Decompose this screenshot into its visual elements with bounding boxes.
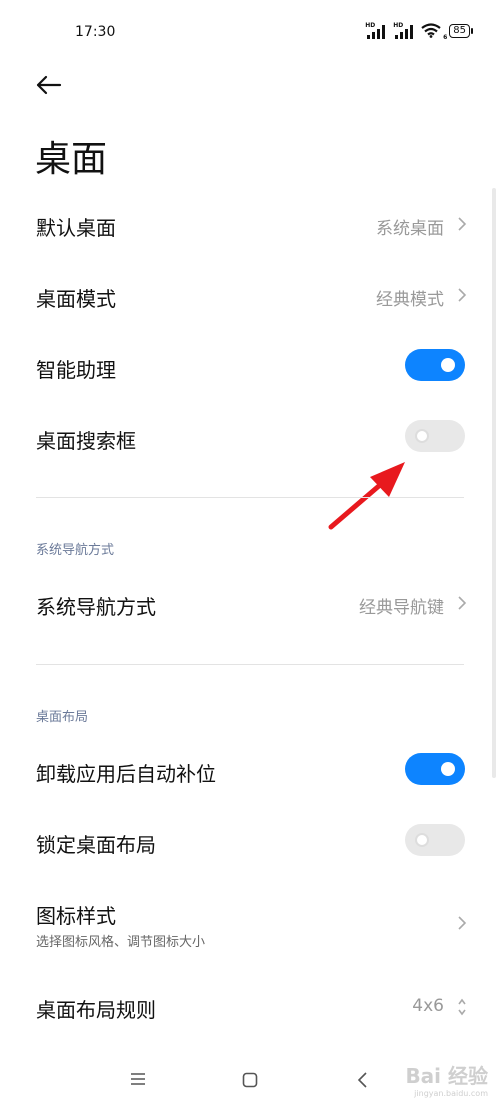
smart-assistant-toggle[interactable]	[405, 349, 465, 381]
nav-mode-row[interactable]: 系统导航方式 经典导航键	[0, 579, 500, 629]
back-nav-icon[interactable]	[356, 1071, 368, 1089]
toggle-knob	[441, 358, 455, 372]
back-button[interactable]	[34, 70, 64, 100]
launcher-mode-value: 经典模式	[376, 290, 444, 310]
battery-indicator: 85	[449, 24, 473, 38]
wifi-label: 6	[443, 34, 448, 41]
divider	[36, 664, 464, 665]
status-time: 17:30	[75, 24, 116, 40]
layout-grid-row[interactable]: 桌面布局规则 4x6	[0, 982, 500, 1032]
wifi-icon: 6	[421, 23, 447, 41]
auto-fill-toggle[interactable]	[405, 753, 465, 785]
section-header-navigation: 系统导航方式	[36, 543, 115, 558]
auto-fill-label: 卸载应用后自动补位	[36, 762, 216, 786]
watermark-url: jingyan.baidu.com	[414, 1089, 488, 1098]
chevron-right-icon	[458, 288, 467, 302]
layout-grid-label: 桌面布局规则	[36, 998, 156, 1022]
auto-fill-row: 卸载应用后自动补位	[0, 746, 500, 796]
status-icons: HD HD 6 85	[365, 22, 473, 41]
home-icon[interactable]	[242, 1072, 258, 1088]
smart-assistant-label: 智能助理	[36, 358, 116, 382]
lock-layout-row: 锁定桌面布局	[0, 817, 500, 867]
chevron-up-down-icon	[458, 998, 466, 1016]
toggle-knob	[415, 833, 429, 847]
lock-layout-label: 锁定桌面布局	[36, 833, 156, 857]
default-launcher-value: 系统桌面	[376, 219, 444, 239]
launcher-mode-row[interactable]: 桌面模式 经典模式	[0, 271, 500, 321]
watermark: Bai 经验 jingyan.baidu.com	[405, 1060, 488, 1098]
smart-assistant-row: 智能助理	[0, 342, 500, 392]
lock-layout-toggle[interactable]	[405, 824, 465, 856]
signal-1-icon: HD	[365, 22, 387, 40]
default-launcher-row[interactable]: 默认桌面 系统桌面	[0, 200, 500, 250]
search-bar-row: 桌面搜索框	[0, 413, 500, 463]
arrow-left-icon	[36, 75, 62, 95]
status-bar: 17:30 HD HD 6 85	[0, 0, 500, 66]
menu-icon[interactable]	[130, 1072, 146, 1086]
nav-mode-value: 经典导航键	[359, 598, 444, 618]
search-bar-toggle[interactable]	[405, 420, 465, 452]
annotation-arrow-icon	[328, 462, 405, 530]
default-launcher-label: 默认桌面	[36, 216, 116, 240]
section-header-layout: 桌面布局	[36, 710, 89, 725]
chevron-right-icon	[458, 217, 467, 231]
page-title: 桌面	[35, 139, 108, 180]
icon-style-subtitle: 选择图标风格、调节图标大小	[36, 935, 206, 950]
nav-mode-label: 系统导航方式	[36, 595, 156, 619]
toggle-knob	[415, 429, 429, 443]
launcher-mode-label: 桌面模式	[36, 287, 116, 311]
toggle-knob	[441, 762, 455, 776]
search-bar-label: 桌面搜索框	[36, 429, 136, 453]
layout-grid-value: 4x6	[412, 996, 444, 1016]
chevron-right-icon	[458, 596, 467, 610]
divider	[36, 497, 464, 498]
chevron-right-icon	[458, 916, 467, 930]
icon-style-row[interactable]: 图标样式 选择图标风格、调节图标大小	[0, 888, 500, 952]
signal-2-icon: HD	[393, 22, 415, 40]
watermark-brand: Bai 经验	[405, 1064, 488, 1088]
icon-style-label: 图标样式	[36, 904, 116, 928]
